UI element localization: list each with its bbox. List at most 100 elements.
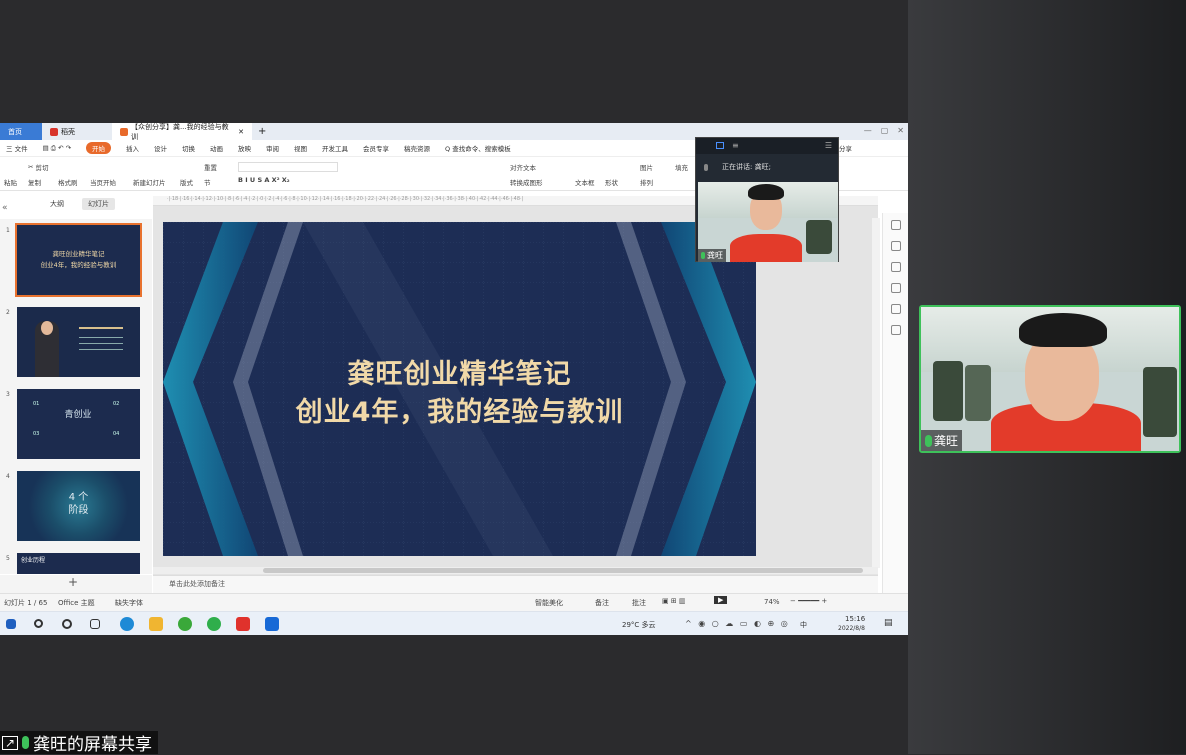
input-language[interactable]: 中 [800, 620, 807, 630]
mic-icon [925, 434, 932, 447]
status-bar: 幻灯片 1 / 65 Office 主题 缺失字体 智能美化 备注 批注 ▣ ⊞… [0, 593, 908, 611]
menu-view[interactable]: 视图 [294, 143, 307, 153]
clock-date[interactable]: 2022/8/8 [838, 625, 865, 632]
comment-button[interactable]: 批注 [632, 598, 646, 608]
add-slide-icon[interactable]: + [68, 575, 78, 589]
menu-icon[interactable]: ☰ [825, 141, 832, 150]
textbox-button[interactable]: 文本框 [575, 177, 595, 187]
cut-button[interactable]: ✂ 剪切 [28, 162, 48, 172]
quick-access-icons[interactable]: ▤ ⎙ ↶ ↷ [43, 144, 71, 153]
convert-smartart-button[interactable]: 转换成图形 [510, 177, 543, 187]
tab-outline[interactable]: 大纲 [50, 199, 64, 209]
share-screen-icon: ↗ [2, 735, 19, 750]
share-button[interactable]: 分享 [839, 143, 852, 153]
tray-icons[interactable]: ^ ◉ ○ ☁ ▭ ◐ ⊕ ◎ [685, 619, 790, 628]
menu-slideshow[interactable]: 放映 [238, 143, 251, 153]
arrange-button[interactable]: 排列 [640, 177, 653, 187]
layout-button[interactable]: 版式 [180, 177, 193, 187]
zoom-level[interactable]: 74% [764, 598, 780, 606]
tab-document[interactable]: 【众创分享】龚...我的经验与教训 ✕ [112, 123, 252, 141]
align-text-button[interactable]: 对齐文本 [510, 162, 536, 172]
wechat-icon[interactable] [207, 617, 221, 631]
menu-transition[interactable]: 切换 [182, 143, 195, 153]
copy-button[interactable]: 复制 [28, 177, 41, 187]
mic-icon [704, 164, 708, 171]
edge-icon[interactable] [120, 617, 134, 631]
shapes-button[interactable]: 形状 [605, 177, 618, 187]
smart-beautify-button[interactable]: 智能美化 [535, 598, 563, 608]
notes-area[interactable]: 单击此处添加备注 [153, 575, 878, 593]
view-normal-icon[interactable]: ▣ ⊞ ▥ [662, 597, 686, 605]
add-tab-icon[interactable]: + [258, 126, 266, 137]
settings-icon[interactable] [890, 220, 901, 230]
screen-share-label: ↗ 龚旺的屏幕共享 [0, 731, 159, 755]
notification-icon[interactable]: ▤ [884, 618, 893, 628]
layout-icon[interactable] [716, 142, 724, 149]
zoom-controls[interactable]: − ━━━━━ + [790, 597, 827, 605]
weather-widget[interactable]: 29°C 多云 [622, 620, 656, 630]
slide-thumbnail-5[interactable]: 创业历程 [17, 553, 140, 574]
meeting-app-icon[interactable] [265, 617, 279, 631]
minimize-icon[interactable]: — [864, 126, 872, 135]
collapse-panel-icon[interactable]: « [2, 203, 8, 213]
mic-icon [22, 736, 30, 749]
menu-developer[interactable]: 开发工具 [322, 143, 348, 153]
participant-video-tile[interactable]: 龚旺 [919, 305, 1181, 453]
location-icon[interactable] [890, 325, 901, 335]
mini-video-header: ≡ ☰ [696, 138, 838, 154]
missing-font-button[interactable]: 缺失字体 [115, 598, 143, 608]
close-icon[interactable]: ✕ [238, 128, 244, 136]
mini-video-window[interactable]: ≡ ☰ 正在讲话: 龚旺; 龚旺 [695, 137, 839, 262]
animation-icon[interactable] [890, 241, 901, 251]
menu-insert[interactable]: 插入 [126, 143, 139, 153]
tab-home[interactable]: 首页 [0, 123, 42, 140]
tab-slides[interactable]: 幻灯片 [82, 198, 115, 210]
menu-design[interactable]: 设计 [154, 143, 167, 153]
menu-member[interactable]: 会员专享 [363, 143, 389, 153]
slide-title-line1: 龚旺创业精华笔记 [347, 359, 572, 390]
new-slide-button[interactable]: 新建幻灯片 [133, 177, 166, 187]
wps-icon[interactable] [236, 617, 250, 631]
menu-start[interactable]: 开始 [86, 142, 112, 154]
slide-thumbnail-2[interactable] [17, 307, 140, 377]
horizontal-scrollbar[interactable] [153, 567, 878, 574]
help-icon[interactable] [890, 283, 901, 293]
search-command-input[interactable]: Q 查找命令、搜索模板 [445, 143, 511, 153]
file-explorer-icon[interactable] [149, 617, 163, 631]
current-slide[interactable]: 龚旺创业精华笔记 创业4年，我的经验与教训 [163, 222, 756, 556]
list-icon[interactable]: ≡ [732, 141, 739, 150]
search-icon[interactable] [34, 619, 43, 628]
notes-toggle-button[interactable]: 备注 [595, 598, 609, 608]
maximize-icon[interactable]: ▢ [881, 126, 889, 135]
menu-review[interactable]: 审阅 [266, 143, 279, 153]
play-from-current-button[interactable]: 当页开始 [90, 177, 116, 187]
section-button[interactable]: 节 [204, 177, 211, 187]
slide-thumbnail-3[interactable]: 青创业 01 02 03 04 [17, 389, 140, 459]
play-icon[interactable]: ▶ [714, 596, 728, 604]
clock-time[interactable]: 15:16 [845, 615, 865, 623]
fill-button[interactable]: 填充 [675, 162, 688, 172]
reset-button[interactable]: 重置 [204, 162, 217, 172]
cortana-icon[interactable] [62, 619, 72, 629]
slide-thumbnail-1[interactable]: 龚旺创业精华笔记 创业4年，我的经验与教训 [15, 223, 142, 297]
participant-name: 龚旺 [921, 430, 963, 451]
ie-icon[interactable] [178, 617, 192, 631]
close-window-icon[interactable]: ✕ [897, 126, 904, 135]
menu-resources[interactable]: 稿壳资源 [404, 143, 430, 153]
font-name-select[interactable] [238, 162, 338, 172]
menu-animation[interactable]: 动画 [210, 143, 223, 153]
picture-button[interactable]: 图片 [640, 162, 653, 172]
font-style-buttons[interactable]: B I U S A X² X₂ [238, 176, 290, 184]
paste-button[interactable]: 粘贴 [4, 177, 17, 187]
task-view-icon[interactable] [90, 619, 100, 629]
windows-start-icon[interactable] [6, 619, 16, 629]
vertical-scrollbar[interactable] [872, 218, 880, 568]
menu-file[interactable]: 三 文件 [6, 143, 28, 153]
format-painter-button[interactable]: 格式刷 [58, 177, 78, 187]
slide-thumbnail-4[interactable]: 4 个 阶段 [17, 471, 140, 541]
tab-template[interactable]: 稻壳 [42, 123, 112, 140]
camera-feed: 龚旺 [921, 307, 1179, 451]
ppt-icon [120, 127, 128, 136]
transition-icon[interactable] [890, 262, 901, 272]
backup-icon[interactable] [890, 304, 901, 314]
